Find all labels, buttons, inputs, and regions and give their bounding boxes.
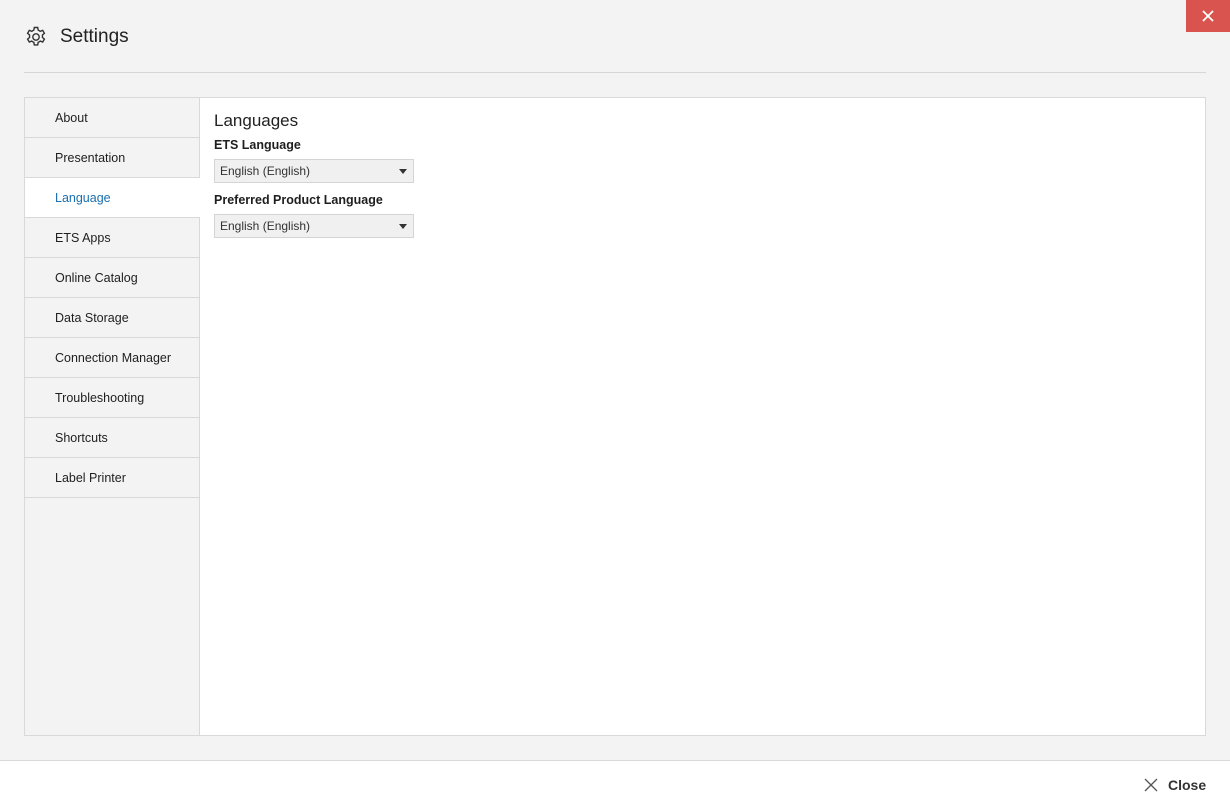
sidebar-item-language[interactable]: Language	[25, 178, 200, 218]
close-icon	[1144, 778, 1158, 792]
sidebar-item-troubleshooting[interactable]: Troubleshooting	[25, 378, 199, 418]
product-language-label: Preferred Product Language	[214, 193, 383, 207]
sidebar-item-label: Data Storage	[55, 310, 129, 325]
sidebar-item-label: Troubleshooting	[55, 390, 145, 405]
sidebar-item-data-storage[interactable]: Data Storage	[25, 298, 199, 338]
sidebar-item-connection-manager[interactable]: Connection Manager	[25, 338, 199, 378]
settings-panel: About Presentation Language ETS Apps Onl…	[24, 97, 1206, 736]
sidebar-item-ets-apps[interactable]: ETS Apps	[25, 218, 199, 258]
section-title: Languages	[214, 111, 299, 130]
sidebar-item-label: Shortcuts	[55, 430, 108, 445]
footer-bar: Close	[0, 761, 1230, 808]
dropdown-arrow-icon	[399, 224, 407, 229]
settings-header: Settings	[24, 22, 129, 52]
sidebar-item-label: Online Catalog	[55, 270, 138, 285]
product-language-value: English (English)	[220, 219, 311, 233]
close-button[interactable]: Close	[1144, 775, 1206, 795]
sidebar-item-about[interactable]: About	[25, 98, 199, 138]
window-close-button[interactable]	[1186, 0, 1230, 32]
ets-language-label: ETS Language	[214, 138, 301, 152]
sidebar-item-label-printer[interactable]: Label Printer	[25, 458, 199, 498]
dropdown-arrow-icon	[399, 169, 407, 174]
ets-language-value: English (English)	[220, 164, 311, 178]
settings-window: Settings About Presentation Language ETS…	[0, 0, 1230, 808]
sidebar-item-label: Presentation	[55, 150, 126, 165]
header-divider	[24, 72, 1206, 73]
sidebar-item-label: Connection Manager	[55, 350, 172, 365]
close-icon	[1202, 10, 1214, 22]
sidebar-item-label: Label Printer	[55, 470, 126, 485]
sidebar-item-label: ETS Apps	[55, 230, 111, 245]
settings-sidebar: About Presentation Language ETS Apps Onl…	[25, 98, 200, 735]
sidebar-item-online-catalog[interactable]: Online Catalog	[25, 258, 199, 298]
page-title: Settings	[60, 26, 129, 47]
sidebar-item-presentation[interactable]: Presentation	[25, 138, 199, 178]
sidebar-item-label: Language	[55, 190, 111, 205]
sidebar-item-label: About	[55, 110, 88, 125]
ets-language-select[interactable]: English (English)	[214, 159, 414, 183]
sidebar-item-shortcuts[interactable]: Shortcuts	[25, 418, 199, 458]
gear-icon	[26, 26, 46, 46]
close-button-label: Close	[1168, 777, 1207, 793]
product-language-select[interactable]: English (English)	[214, 214, 414, 238]
